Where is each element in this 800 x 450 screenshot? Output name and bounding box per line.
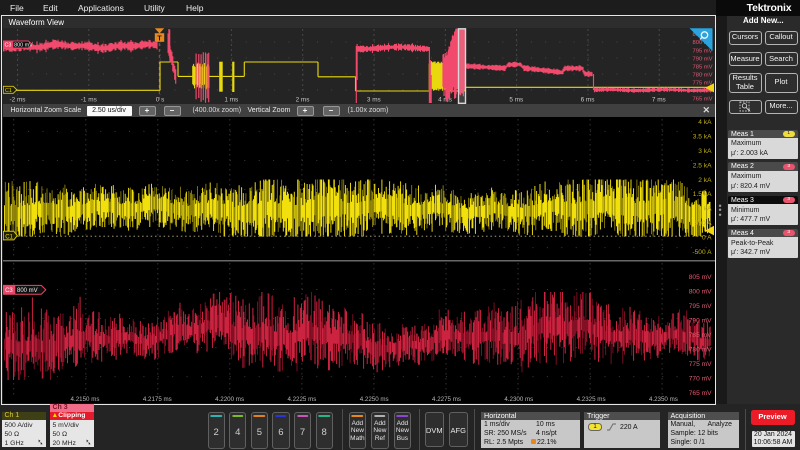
svg-text:-2 ms: -2 ms <box>9 97 25 104</box>
svg-text:T: T <box>157 36 162 43</box>
svg-text:4.2250 ms: 4.2250 ms <box>359 396 388 403</box>
svg-text:800 mV: 800 mV <box>688 289 711 296</box>
svg-text:785 mV: 785 mV <box>688 332 711 339</box>
svg-text:C1: C1 <box>5 234 13 240</box>
svg-text:4.2225 ms: 4.2225 ms <box>287 396 316 403</box>
svg-text:-1 ms: -1 ms <box>80 97 96 104</box>
svg-text:765 mV: 765 mV <box>688 390 711 397</box>
svg-text:5 ms: 5 ms <box>509 97 523 104</box>
svg-text:770 mV: 770 mV <box>688 376 711 383</box>
svg-text:795 mV: 795 mV <box>688 303 711 310</box>
svg-text:4.2150 ms: 4.2150 ms <box>70 396 99 403</box>
svg-text:765 mV: 765 mV <box>692 97 712 103</box>
svg-text:800 mV: 800 mV <box>14 43 33 49</box>
svg-text:4.2325 ms: 4.2325 ms <box>576 396 605 403</box>
svg-text:4.2200 ms: 4.2200 ms <box>215 396 244 403</box>
svg-text:C1: C1 <box>5 88 12 94</box>
svg-text:3 kA: 3 kA <box>698 148 712 155</box>
svg-text:2 ms: 2 ms <box>295 97 309 104</box>
svg-text:775 mV: 775 mV <box>688 361 711 368</box>
svg-text:4.2300 ms: 4.2300 ms <box>504 396 533 403</box>
svg-text:3 ms: 3 ms <box>366 97 380 104</box>
svg-text:4.2175 ms: 4.2175 ms <box>142 396 171 403</box>
svg-text:800 mV: 800 mV <box>17 288 38 294</box>
svg-text:2.5 kA: 2.5 kA <box>692 162 711 169</box>
svg-text:C3: C3 <box>4 43 11 49</box>
svg-text:3.5 kA: 3.5 kA <box>692 134 711 141</box>
svg-text:1 ms: 1 ms <box>224 97 238 104</box>
svg-text:785 mV: 785 mV <box>692 64 712 70</box>
svg-text:500 A: 500 A <box>694 220 711 227</box>
svg-text:795 mV: 795 mV <box>692 48 712 54</box>
svg-text:C3: C3 <box>5 288 13 294</box>
svg-text:1.5 kA: 1.5 kA <box>692 191 711 198</box>
svg-text:790 mV: 790 mV <box>692 56 712 62</box>
svg-text:-500 A: -500 A <box>692 249 712 256</box>
svg-text:4.2350 ms: 4.2350 ms <box>648 396 677 403</box>
svg-text:0 A: 0 A <box>701 234 711 241</box>
svg-text:7 ms: 7 ms <box>651 97 665 104</box>
svg-text:4 kA: 4 kA <box>698 119 712 126</box>
svg-text:780 mV: 780 mV <box>692 73 712 79</box>
svg-text:2 kA: 2 kA <box>698 177 712 184</box>
svg-text:4.2275 ms: 4.2275 ms <box>432 396 461 403</box>
svg-text:6 ms: 6 ms <box>580 97 594 104</box>
svg-text:0 s: 0 s <box>155 97 164 104</box>
svg-text:790 mV: 790 mV <box>688 318 711 325</box>
svg-text:780 mV: 780 mV <box>688 347 711 354</box>
svg-text:805 mV: 805 mV <box>688 274 711 281</box>
svg-text:1 kA: 1 kA <box>698 206 712 213</box>
